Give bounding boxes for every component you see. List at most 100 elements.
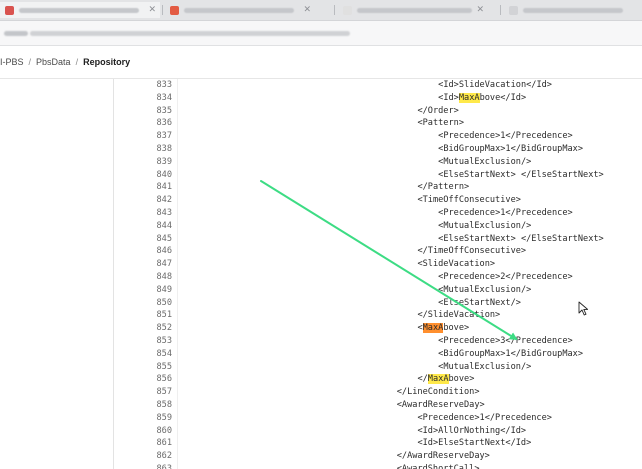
line-number[interactable]: 848 bbox=[140, 271, 172, 284]
code-token: <Pattern> bbox=[417, 118, 465, 129]
line-number[interactable]: 855 bbox=[140, 361, 172, 374]
breadcrumb-item-repository: Repository bbox=[83, 57, 131, 67]
code-line: 836 <Pattern> bbox=[0, 117, 642, 130]
code-viewer[interactable]: 833 <Id>SlideVacation</Id> 834 <Id>MaxAbove… bbox=[0, 79, 642, 469]
browser-tab-active[interactable]: ✕ bbox=[0, 2, 160, 18]
line-number[interactable]: 839 bbox=[140, 156, 172, 169]
code-line: 863 <AwardShortCall> bbox=[0, 463, 642, 469]
line-number[interactable]: 843 bbox=[140, 207, 172, 220]
line-number[interactable]: 857 bbox=[140, 386, 172, 399]
tab-title-blurred bbox=[19, 7, 139, 13]
code-line: 842 <TimeOffConsecutive> bbox=[0, 194, 642, 207]
line-number[interactable]: 860 bbox=[140, 425, 172, 438]
line-number[interactable]: 853 bbox=[140, 335, 172, 348]
line-number[interactable]: 844 bbox=[140, 220, 172, 233]
browser-tab[interactable] bbox=[504, 2, 642, 18]
code-line: 859 <Precedence>1</Precedence> bbox=[0, 412, 642, 425]
line-number[interactable]: 861 bbox=[140, 437, 172, 450]
line-number[interactable]: 862 bbox=[140, 450, 172, 463]
code-line: 841 </Pattern> bbox=[0, 181, 642, 194]
code-text: </SlideVacation> bbox=[417, 309, 500, 322]
code-token: <MutualExclusion/> bbox=[438, 361, 532, 372]
code-line: 834 <Id>MaxAbove</Id> bbox=[0, 92, 642, 105]
line-number[interactable]: 838 bbox=[140, 143, 172, 156]
line-number[interactable]: 840 bbox=[140, 169, 172, 182]
line-number[interactable]: 846 bbox=[140, 245, 172, 258]
line-number[interactable]: 841 bbox=[140, 181, 172, 194]
line-number[interactable]: 833 bbox=[140, 79, 172, 92]
code-token: bove> bbox=[448, 374, 475, 385]
code-line: 838 <BidGroupMax>1</BidGroupMax> bbox=[0, 143, 642, 156]
code-token: bove</Id> bbox=[479, 92, 527, 103]
line-number[interactable]: 852 bbox=[140, 322, 172, 335]
code-token: <Id>SlideVacation</Id> bbox=[438, 80, 552, 90]
code-token: <Id> bbox=[438, 92, 459, 103]
tab-favicon-icon bbox=[170, 5, 179, 15]
line-number[interactable]: 845 bbox=[140, 233, 172, 246]
code-token: <BidGroupMax>1</BidGroupMax> bbox=[438, 143, 584, 154]
code-token: </SlideVacation> bbox=[417, 310, 501, 321]
code-line: 856 </MaxAbove> bbox=[0, 373, 642, 386]
code-line: 855 <MutualExclusion/> bbox=[0, 361, 642, 374]
code-text: <TimeOffConsecutive> bbox=[417, 194, 520, 207]
code-line: 852 <MaxAbove> bbox=[0, 322, 642, 335]
code-text: <Id>AllOrNothing</Id> bbox=[417, 425, 526, 438]
code-text: <Precedence>1</Precedence> bbox=[438, 130, 573, 143]
search-match-highlight: MaxA bbox=[427, 374, 449, 385]
line-number[interactable]: 850 bbox=[140, 297, 172, 310]
code-line: 857 </LineCondition> bbox=[0, 386, 642, 399]
code-line: 845 <ElseStartNext> </ElseStartNext> bbox=[0, 233, 642, 246]
code-text: <Precedence>2</Precedence> bbox=[438, 271, 573, 284]
browser-tab[interactable]: ✕ bbox=[338, 2, 488, 18]
address-bar[interactable] bbox=[0, 21, 642, 46]
code-line: 851 </SlideVacation> bbox=[0, 309, 642, 322]
code-text: <MutualExclusion/> bbox=[438, 284, 531, 297]
url-blurred bbox=[30, 31, 350, 36]
code-token: <SlideVacation> bbox=[417, 259, 496, 270]
close-icon[interactable]: ✕ bbox=[303, 3, 311, 17]
tab-title-blurred bbox=[357, 7, 472, 13]
browser-tab[interactable]: ✕ bbox=[165, 2, 315, 18]
code-text: </LineCondition> bbox=[397, 386, 480, 399]
code-text: <MutualExclusion/> bbox=[438, 156, 531, 169]
line-number[interactable]: 851 bbox=[140, 309, 172, 322]
search-match-highlight: MaxA bbox=[458, 92, 480, 103]
code-token: <TimeOffConsecutive> bbox=[417, 195, 521, 206]
code-text: </MaxAbove> bbox=[417, 373, 474, 386]
code-token: </AwardReserveDay> bbox=[396, 451, 490, 462]
line-number[interactable]: 837 bbox=[140, 130, 172, 143]
code-line: 862 </AwardReserveDay> bbox=[0, 450, 642, 463]
code-text: <Precedence>1</Precedence> bbox=[438, 207, 573, 220]
close-icon[interactable]: ✕ bbox=[476, 3, 484, 17]
line-number[interactable]: 856 bbox=[140, 373, 172, 386]
line-number[interactable]: 835 bbox=[140, 105, 172, 118]
code-line: 858 <AwardReserveDay> bbox=[0, 399, 642, 412]
close-icon[interactable]: ✕ bbox=[148, 3, 156, 17]
code-text: </Order> bbox=[417, 105, 458, 118]
code-text: </TimeOffConsecutive> bbox=[417, 245, 526, 258]
code-text: <BidGroupMax>1</BidGroupMax> bbox=[438, 348, 583, 361]
tab-separator bbox=[500, 5, 501, 15]
code-token: <MutualExclusion/> bbox=[438, 220, 532, 231]
breadcrumb-item-project[interactable]: I-PBS bbox=[0, 57, 24, 67]
line-number[interactable]: 836 bbox=[140, 117, 172, 130]
line-number[interactable]: 849 bbox=[140, 284, 172, 297]
line-number[interactable]: 859 bbox=[140, 412, 172, 425]
line-number[interactable]: 863 bbox=[140, 463, 172, 469]
code-text: <SlideVacation> bbox=[417, 258, 495, 271]
line-number[interactable]: 847 bbox=[140, 258, 172, 271]
code-text: <BidGroupMax>1</BidGroupMax> bbox=[438, 143, 583, 156]
code-text: </Pattern> bbox=[417, 181, 469, 194]
code-token: <Id>ElseStartNext</Id> bbox=[417, 438, 532, 449]
breadcrumb-item-pbsdata[interactable]: PbsData bbox=[36, 57, 71, 67]
code-text: <Precedence>1</Precedence> bbox=[417, 412, 552, 425]
line-number[interactable]: 842 bbox=[140, 194, 172, 207]
code-text: <ElseStartNext> </ElseStartNext> bbox=[438, 169, 604, 182]
line-number[interactable]: 854 bbox=[140, 348, 172, 361]
code-text: <Id>ElseStartNext</Id> bbox=[417, 437, 531, 450]
current-search-match-highlight: MaxA bbox=[422, 323, 444, 334]
line-number[interactable]: 858 bbox=[140, 399, 172, 412]
code-line: 835 </Order> bbox=[0, 105, 642, 118]
line-number[interactable]: 834 bbox=[140, 92, 172, 105]
code-text: <Precedence>3</Precedence> bbox=[438, 335, 573, 348]
